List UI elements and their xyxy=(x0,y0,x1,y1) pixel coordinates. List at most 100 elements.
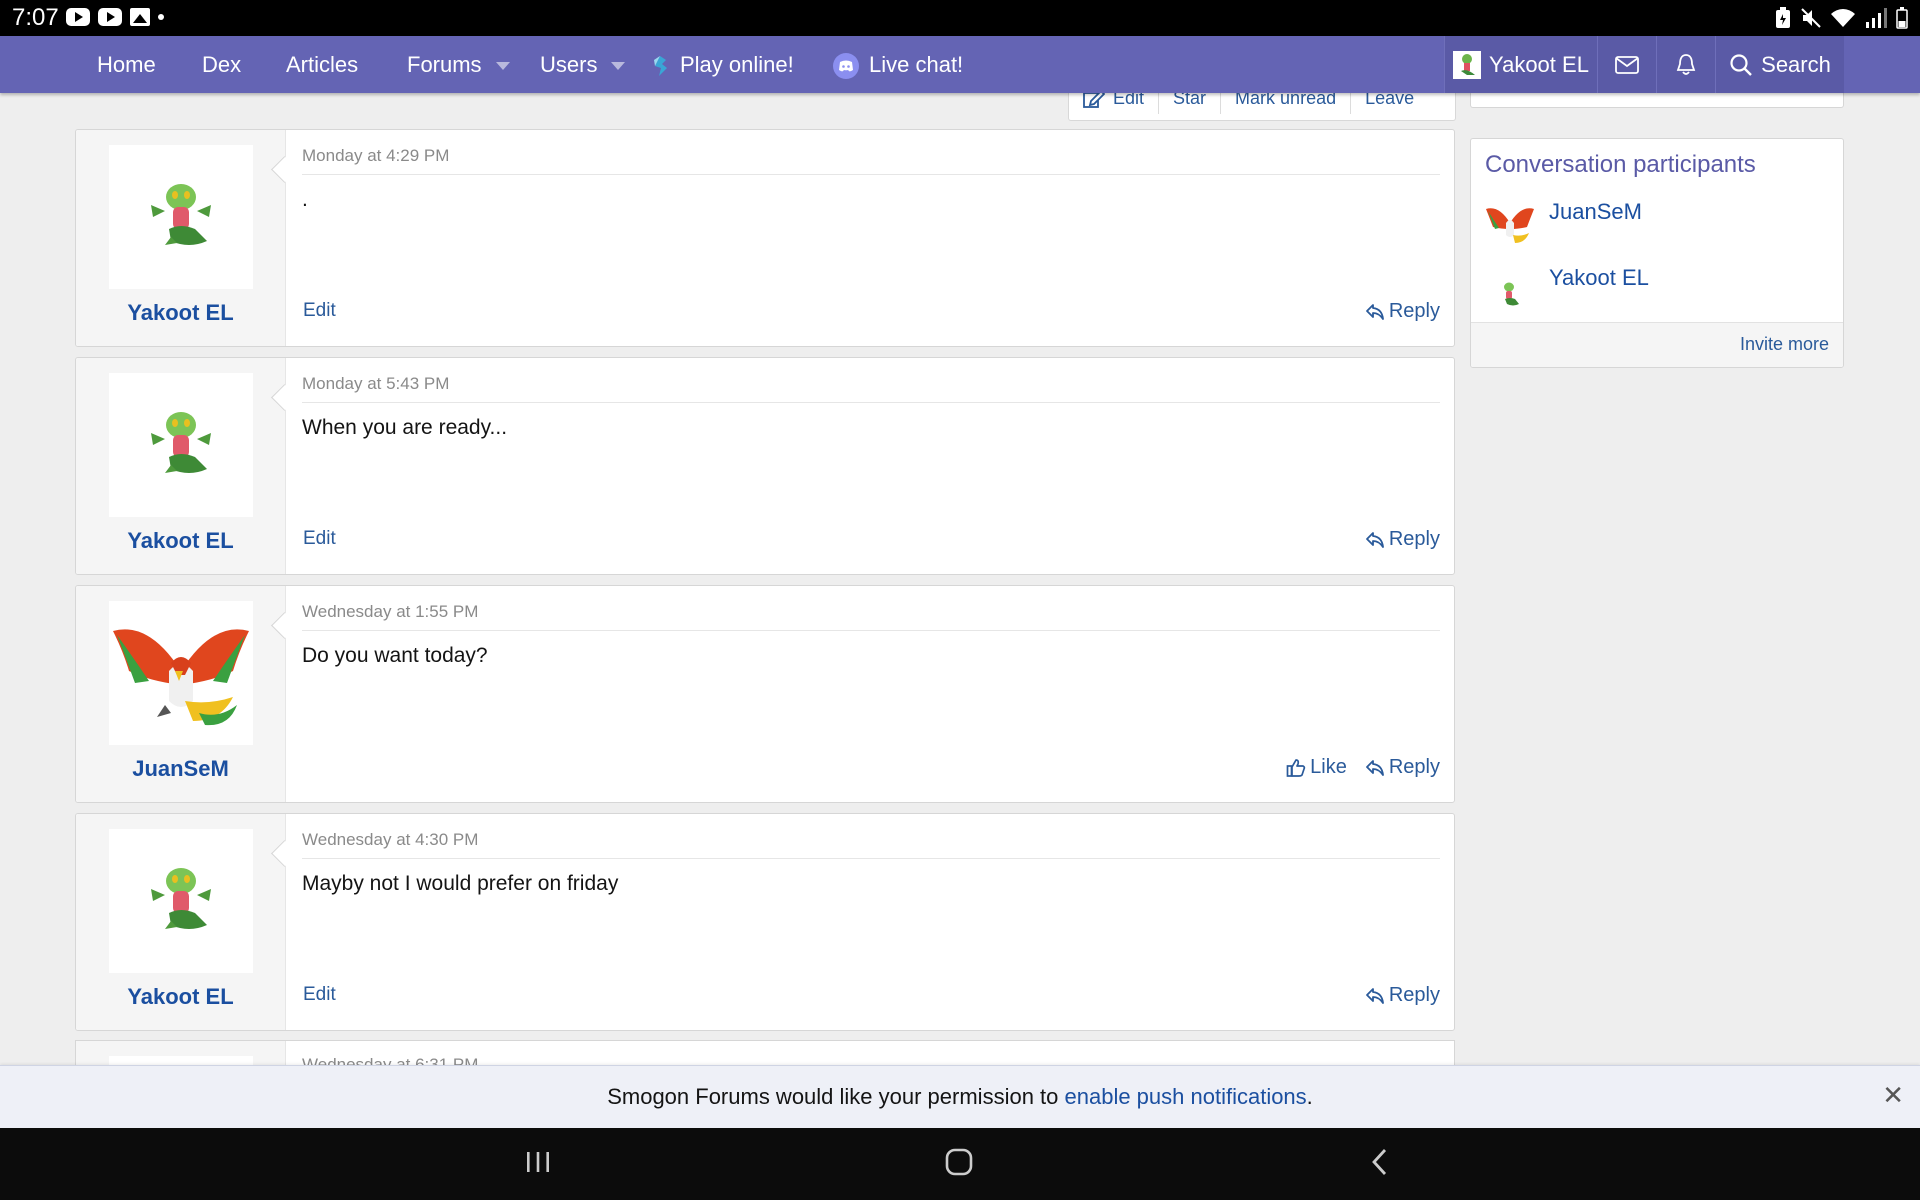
like-label: Like xyxy=(1310,756,1347,778)
message: Yakoot EL Monday at 5:43 PM When you are… xyxy=(75,357,1455,575)
nav-home[interactable]: Home xyxy=(97,36,156,93)
message-username[interactable]: Yakoot EL xyxy=(76,984,285,1010)
treecko-avatar-icon xyxy=(151,868,211,929)
message-body: . xyxy=(302,188,308,211)
reply-icon xyxy=(1365,531,1384,548)
treecko-avatar-icon xyxy=(151,412,211,473)
inbox-button[interactable] xyxy=(1597,36,1656,93)
reply-button[interactable]: Reply xyxy=(1365,756,1440,779)
reply-button[interactable]: Reply xyxy=(1365,984,1440,1007)
edit-message-button[interactable]: Edit xyxy=(303,300,336,322)
message: JuanSeM Wednesday at 1:55 PM Do you want… xyxy=(75,585,1455,803)
message-date[interactable]: Wednesday at 4:30 PM xyxy=(302,830,478,850)
back-icon[interactable] xyxy=(1366,1148,1394,1176)
notification-icons xyxy=(66,8,164,26)
reply-button[interactable]: Reply xyxy=(1365,300,1440,323)
mute-icon xyxy=(1801,8,1821,28)
chevron-down-icon[interactable] xyxy=(495,62,510,71)
avatar[interactable] xyxy=(109,373,253,517)
edit-conversation-label: Edit xyxy=(1113,93,1145,108)
account-name: Yakoot EL xyxy=(1489,51,1589,77)
nav-articles[interactable]: Articles xyxy=(286,36,358,93)
home-icon[interactable] xyxy=(945,1148,973,1176)
search-button[interactable]: Search xyxy=(1715,36,1844,93)
message-actions: Reply xyxy=(1365,984,1440,1007)
edit-conversation-button[interactable]: Edit xyxy=(1069,93,1158,114)
system-status-bar: 7:07 xyxy=(0,0,1920,36)
conversation-participants: Conversation participants JuanSeM Yakoot… xyxy=(1470,138,1844,368)
avatar xyxy=(1453,50,1482,79)
envelope-icon xyxy=(1615,55,1639,74)
treecko-avatar-icon xyxy=(151,184,211,245)
avatar[interactable] xyxy=(109,145,253,289)
reply-icon xyxy=(1365,759,1384,776)
treecko-avatar-icon xyxy=(1504,282,1519,306)
reply-icon xyxy=(1365,987,1384,1004)
like-button[interactable]: Like xyxy=(1286,756,1347,779)
divider xyxy=(302,858,1440,859)
ho-oh-avatar-icon xyxy=(113,629,249,726)
notice-text-before: Smogon Forums would like your permission… xyxy=(607,1084,1065,1109)
divider xyxy=(302,402,1440,403)
message-body: Do you want today? xyxy=(302,644,488,667)
avatar[interactable] xyxy=(1485,199,1535,249)
message-username[interactable]: Yakoot EL xyxy=(76,300,285,326)
message-date[interactable]: Monday at 4:29 PM xyxy=(302,146,449,166)
nav-users-label: Users xyxy=(540,52,598,77)
message-username[interactable]: Yakoot EL xyxy=(76,528,285,554)
edit-message-button[interactable]: Edit xyxy=(303,984,336,1006)
ho-oh-avatar-icon xyxy=(1486,208,1534,243)
account-menu[interactable]: Yakoot EL xyxy=(1444,36,1597,93)
nav-play-online[interactable]: Play online! xyxy=(650,36,794,93)
divider xyxy=(302,630,1440,631)
leave-button[interactable]: Leave xyxy=(1350,93,1428,114)
alerts-button[interactable] xyxy=(1656,36,1715,93)
message-user: JuanSeM xyxy=(76,586,286,802)
message-user: Yakoot EL xyxy=(76,130,286,346)
participant-name[interactable]: JuanSeM xyxy=(1549,199,1642,225)
participant-item[interactable]: JuanSeM xyxy=(1485,199,1642,249)
avatar[interactable] xyxy=(1485,265,1535,315)
nav-live-chat[interactable]: Live chat! xyxy=(833,36,963,93)
reply-label: Reply xyxy=(1388,756,1440,778)
message-date[interactable]: Wednesday at 1:55 PM xyxy=(302,602,478,622)
message: Yakoot EL Wednesday at 4:30 PM Mayby not… xyxy=(75,813,1455,1031)
showdown-icon xyxy=(654,56,667,77)
avatar[interactable] xyxy=(109,829,253,973)
nav-dex[interactable]: Dex xyxy=(202,36,241,93)
invite-more-link[interactable]: Invite more xyxy=(1740,334,1829,355)
discord-icon xyxy=(833,53,859,80)
nav-forums[interactable]: Forums xyxy=(407,36,510,93)
message-user: Yakoot EL xyxy=(76,358,286,574)
notice-text-after: . xyxy=(1306,1084,1313,1109)
nav-users[interactable]: Users xyxy=(540,36,626,93)
message: Yakoot EL Monday at 4:29 PM . Edit Reply xyxy=(75,129,1455,347)
message-body: Mayby not I would prefer on friday xyxy=(302,872,619,895)
sidebar-footer: Invite more xyxy=(1471,322,1843,367)
recent-apps-icon[interactable] xyxy=(524,1148,552,1176)
account-navigation: Yakoot EL Search xyxy=(1444,36,1844,93)
message-username[interactable]: JuanSeM xyxy=(76,756,285,782)
treecko-avatar-icon xyxy=(1461,53,1476,75)
nav-play-online-label: Play online! xyxy=(680,52,794,77)
message-date[interactable]: Monday at 5:43 PM xyxy=(302,374,449,394)
reply-button[interactable]: Reply xyxy=(1365,528,1440,551)
avatar[interactable] xyxy=(109,601,253,745)
sidebar-title: Conversation participants xyxy=(1485,151,1756,178)
participant-name[interactable]: Yakoot EL xyxy=(1549,265,1649,291)
message-user: Yakoot EL xyxy=(76,814,286,1030)
enable-push-notifications-link[interactable]: enable push notifications xyxy=(1065,1084,1307,1109)
message-actions: Like Reply xyxy=(1286,756,1440,779)
bell-icon xyxy=(1676,53,1696,75)
close-icon[interactable]: ✕ xyxy=(1882,1080,1904,1111)
reply-icon xyxy=(1365,303,1384,320)
edit-message-button[interactable]: Edit xyxy=(303,528,336,550)
mark-unread-button[interactable]: Mark unread xyxy=(1220,93,1350,114)
chevron-down-icon[interactable] xyxy=(611,62,626,71)
reply-label: Reply xyxy=(1388,528,1440,550)
star-button[interactable]: Star xyxy=(1158,93,1220,114)
search-label: Search xyxy=(1761,51,1831,77)
participant-item[interactable]: Yakoot EL xyxy=(1485,265,1649,315)
youtube-icon xyxy=(98,8,122,26)
message-body: When you are ready... xyxy=(302,416,508,439)
